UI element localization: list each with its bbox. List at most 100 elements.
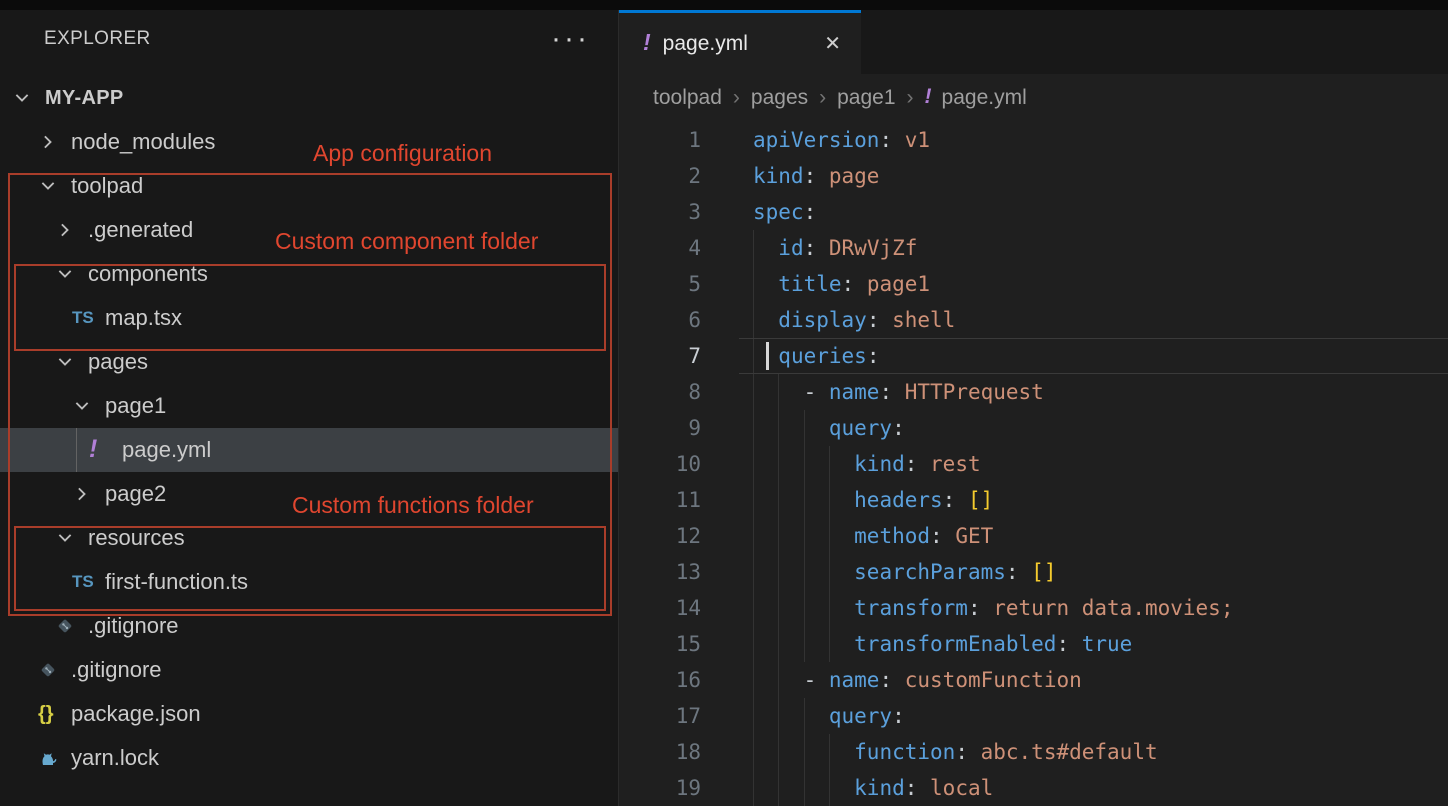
git-file-icon xyxy=(55,616,88,636)
tree-item-page2[interactable]: page2 xyxy=(0,472,618,516)
chevron-down-icon xyxy=(55,264,88,284)
code-line-6[interactable]: 6 display: shell xyxy=(619,302,1448,338)
git-file-icon xyxy=(38,660,71,680)
code-line-7[interactable]: 7 queries: xyxy=(619,338,1448,374)
chevron-separator-icon: › xyxy=(733,86,740,110)
code-text: transform: return data.movies; xyxy=(739,590,1448,626)
code-text: apiVersion: v1 xyxy=(739,122,1448,158)
tree-item-label: .gitignore xyxy=(88,613,179,639)
yarn-file-icon xyxy=(38,748,71,768)
explorer-header: EXPLORER ··· xyxy=(0,10,618,68)
code-text: method: GET xyxy=(739,518,1448,554)
tree-item--gitignore[interactable]: .gitignore xyxy=(0,648,618,692)
breadcrumb-item-page1[interactable]: page1 xyxy=(837,86,895,110)
tree-item-label: MY-APP xyxy=(45,87,123,110)
vscode-window: EXPLORER ··· MY-APPnode_modulestoolpad.g… xyxy=(0,0,1448,806)
tree-item-yarn-lock[interactable]: yarn.lock xyxy=(0,736,618,780)
chevron-down-icon xyxy=(72,396,105,416)
line-number: 16 xyxy=(619,662,701,698)
indent-guide xyxy=(778,410,779,446)
code-text: kind: page xyxy=(739,158,1448,194)
indent-guide xyxy=(753,410,754,446)
tree-item-components[interactable]: components xyxy=(0,252,618,296)
code-line-5[interactable]: 5 title: page1 xyxy=(619,266,1448,302)
line-number: 13 xyxy=(619,554,701,590)
line-number: 11 xyxy=(619,482,701,518)
code-line-12[interactable]: 12 method: GET xyxy=(619,518,1448,554)
more-actions-icon[interactable]: ··· xyxy=(551,33,590,45)
indent-guide xyxy=(753,230,754,266)
indent-guide xyxy=(753,266,754,302)
tree-item-first-function-ts[interactable]: TSfirst-function.ts xyxy=(0,560,618,604)
explorer-sidebar: EXPLORER ··· MY-APP node_modulestoolpad .g… xyxy=(0,10,619,806)
code-line-19[interactable]: 19 kind: local xyxy=(619,770,1448,806)
indent-guide xyxy=(804,626,805,662)
indent-guide xyxy=(778,734,779,770)
code-line-1[interactable]: 1 apiVersion: v1 xyxy=(619,122,1448,158)
tree-item-label: node_modules xyxy=(71,129,215,155)
indent-guide xyxy=(753,770,754,806)
indent-guide xyxy=(753,662,754,698)
code-line-18[interactable]: 18 function: abc.ts#default xyxy=(619,734,1448,770)
tree-item--generated[interactable]: .generated xyxy=(0,208,618,252)
code-text: transformEnabled: true xyxy=(739,626,1448,662)
chevron-down-icon xyxy=(55,528,88,548)
code-line-14[interactable]: 14 transform: return data.movies; xyxy=(619,590,1448,626)
tree-item-page-yml[interactable]: !page.yml xyxy=(0,428,618,472)
code-text: queries: xyxy=(739,338,1448,374)
tree-item-package-json[interactable]: {}package.json xyxy=(0,692,618,736)
code-text: searchParams: [] xyxy=(739,554,1448,590)
tree-item-my-app[interactable]: MY-APP xyxy=(0,76,618,120)
code-line-15[interactable]: 15 transformEnabled: true xyxy=(619,626,1448,662)
tree-item-label: page.yml xyxy=(122,437,211,463)
code-line-10[interactable]: 10 kind: rest xyxy=(619,446,1448,482)
code-editor[interactable]: 1 apiVersion: v1 2 kind: page3spec:4 id: DR… xyxy=(619,122,1448,806)
code-text: display: shell xyxy=(739,302,1448,338)
tree-item--gitignore[interactable]: .gitignore xyxy=(0,604,618,648)
code-line-16[interactable]: 16 - name: customFunction xyxy=(619,662,1448,698)
tree-item-node-modules[interactable]: node_modules xyxy=(0,120,618,164)
chevron-right-icon xyxy=(38,132,71,152)
tree-item-toolpad[interactable]: toolpad xyxy=(0,164,618,208)
close-icon[interactable]: ✕ xyxy=(824,31,841,56)
chevron-right-icon xyxy=(55,220,88,240)
code-line-17[interactable]: 17 query: xyxy=(619,698,1448,734)
indent-guide xyxy=(778,662,779,698)
tree-item-label: .generated xyxy=(88,217,193,243)
tree-item-label: resources xyxy=(88,525,185,551)
code-line-11[interactable]: 11 headers: [] xyxy=(619,482,1448,518)
tree-item-pages[interactable]: pages xyxy=(0,340,618,384)
breadcrumb-item-pages[interactable]: pages xyxy=(751,86,808,110)
breadcrumb-item-page-yml[interactable]: !page.yml xyxy=(925,86,1027,110)
code-line-3[interactable]: 3spec: xyxy=(619,194,1448,230)
code-line-2[interactable]: 2 kind: page xyxy=(619,158,1448,194)
json-braces-icon: {} xyxy=(38,703,71,726)
indent-guide xyxy=(753,734,754,770)
line-number: 2 xyxy=(619,158,701,194)
indent-guide xyxy=(753,518,754,554)
code-line-13[interactable]: 13 searchParams: [] xyxy=(619,554,1448,590)
code-text: - name: HTTPrequest xyxy=(739,374,1448,410)
tab-page-yml[interactable]: ! page.yml ✕ xyxy=(619,10,861,74)
indent-guide xyxy=(804,770,805,806)
code-text: query: xyxy=(739,410,1448,446)
warning-icon: ! xyxy=(925,85,932,109)
line-number: 1 xyxy=(619,122,701,158)
explorer-title: EXPLORER xyxy=(44,28,151,50)
code-line-4[interactable]: 4 id: DRwVjZf xyxy=(619,230,1448,266)
code-line-8[interactable]: 8 - name: HTTPrequest xyxy=(619,374,1448,410)
code-line-9[interactable]: 9 query: xyxy=(619,410,1448,446)
line-number: 6 xyxy=(619,302,701,338)
indent-guide xyxy=(778,554,779,590)
breadcrumb-item-toolpad[interactable]: toolpad xyxy=(653,86,722,110)
indent-guide xyxy=(778,626,779,662)
tree-item-map-tsx[interactable]: TSmap.tsx xyxy=(0,296,618,340)
tree-item-page1[interactable]: page1 xyxy=(0,384,618,428)
indent-guide xyxy=(778,770,779,806)
code-text: headers: [] xyxy=(739,482,1448,518)
code-text: kind: local xyxy=(739,770,1448,806)
indent-guide xyxy=(753,339,754,373)
tree-item-label: page1 xyxy=(105,393,166,419)
indent-guide xyxy=(778,446,779,482)
tree-item-resources[interactable]: resources xyxy=(0,516,618,560)
